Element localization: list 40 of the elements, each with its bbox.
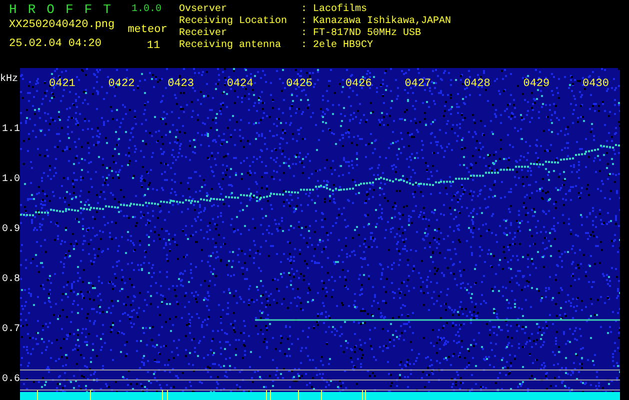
info-value: 2ele HB9CY xyxy=(313,40,374,52)
version-label: 1.0.0 xyxy=(131,4,162,16)
frequency-label: 0.7 xyxy=(2,324,20,336)
app-title-letter: H xyxy=(9,4,17,16)
time-label: 0423 xyxy=(168,78,194,90)
time-label: 0430 xyxy=(582,78,609,90)
app-title-letter: O xyxy=(46,4,54,16)
info-value: Kanazawa Ishikawa,JAPAN xyxy=(313,16,452,28)
time-label: 0422 xyxy=(108,78,135,90)
info-value: FT-817ND 50MHz USB xyxy=(313,28,422,40)
info-label: Receiving antenna xyxy=(179,40,282,52)
app-title-letter: T xyxy=(103,4,111,16)
info-separator: : xyxy=(301,4,308,16)
date-time: 25.02.04 04:20 xyxy=(9,38,102,50)
frequency-label: 0.6 xyxy=(2,374,20,386)
info-separator: : xyxy=(301,40,308,52)
frequency-label: 0.9 xyxy=(2,224,20,236)
info-value: Lacofilms xyxy=(313,4,368,16)
time-label: 0425 xyxy=(286,78,313,90)
file-name: XX2502040420.png xyxy=(9,19,116,31)
info-label: Ovserver xyxy=(179,4,228,16)
info-label: Receiving Location xyxy=(179,16,288,28)
info-separator: : xyxy=(301,16,308,28)
frequency-label: 0.8 xyxy=(2,274,20,286)
frequency-label: 1.1 xyxy=(2,124,20,136)
time-label: 0427 xyxy=(404,78,432,90)
time-label: 0424 xyxy=(226,78,254,90)
time-label: 0421 xyxy=(49,78,76,90)
info-separator: : xyxy=(301,28,308,40)
meteor-count: 11 xyxy=(146,40,160,52)
time-label: 0428 xyxy=(464,78,490,90)
frequency-label: 1.0 xyxy=(2,174,20,186)
info-label: Receiver xyxy=(179,28,228,40)
time-label: 0426 xyxy=(345,78,372,90)
app-title-letter: F xyxy=(65,4,74,16)
app-title-letter: F xyxy=(84,4,92,16)
meteor-label: meteor xyxy=(128,24,168,36)
app-title-letter: R xyxy=(28,4,36,16)
time-label: 0429 xyxy=(523,78,550,90)
unit-label: kHz xyxy=(0,74,18,86)
